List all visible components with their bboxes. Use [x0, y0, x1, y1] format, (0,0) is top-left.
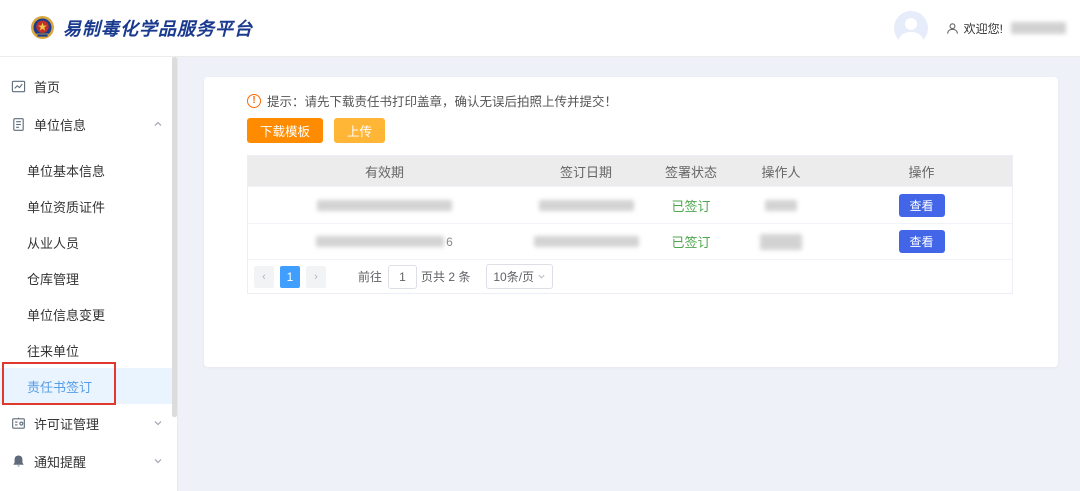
goto-page-input[interactable] [388, 265, 417, 289]
page-title: 易制毒化学品服务平台 [63, 15, 253, 41]
table-header-row: 有效期 签订日期 签署状态 操作人 操作 [248, 156, 1012, 186]
top-header: 易制毒化学品服务平台 欢迎您! [0, 0, 1080, 57]
sidebar-item-unit-info[interactable]: 单位信息 [0, 105, 177, 143]
col-header-status: 签署状态 [651, 162, 731, 181]
police-emblem-icon [30, 15, 55, 41]
warning-icon: ! [247, 94, 261, 108]
next-page-button[interactable]: › [306, 266, 326, 288]
sidebar-item-label: 首页 [34, 77, 60, 96]
col-header-validity: 有效期 [248, 162, 521, 181]
avatar[interactable] [894, 11, 928, 45]
sign-date-cell [521, 200, 651, 211]
sidebar-item-label: 通知提醒 [34, 452, 86, 471]
view-button[interactable]: 查看 [899, 230, 945, 253]
chevron-up-icon [153, 119, 163, 129]
sidebar-item-partners[interactable]: 往来单位 [0, 332, 177, 368]
col-header-operator: 操作人 [731, 162, 831, 181]
tip-text: 提示：请先下载责任书打印盖章，确认无误后拍照上传并提交！ [267, 91, 617, 110]
sidebar-item-employees[interactable]: 从业人员 [0, 224, 177, 260]
action-cell: 查看 [831, 194, 1012, 217]
sign-date-cell [521, 236, 651, 247]
unit-info-submenu: 单位基本信息 单位资质证件 从业人员 仓库管理 单位信息变更 往来单位 责任书签… [0, 152, 177, 404]
table-row: 已签订 查看 [248, 186, 1012, 223]
license-icon [11, 416, 26, 431]
header-user-area: 欢迎您! [894, 11, 1080, 45]
action-cell: 查看 [831, 230, 1012, 253]
page-1-button[interactable]: 1 [280, 266, 300, 288]
brand: 易制毒化学品服务平台 [0, 15, 253, 41]
redacted-operator [765, 200, 797, 211]
sidebar-item-notifications[interactable]: 通知提醒 [0, 442, 177, 480]
redacted-validity [316, 236, 444, 247]
welcome-text: 欢迎您! [964, 20, 1003, 37]
sidebar-item-unit-info-change[interactable]: 单位信息变更 [0, 296, 177, 332]
sidebar-item-unit-basic-info[interactable]: 单位基本信息 [0, 152, 177, 188]
validity-cell: 6 [248, 235, 521, 249]
content-card: ! 提示：请先下载责任书打印盖章，确认无误后拍照上传并提交！ 下载模板 上传 有… [204, 77, 1058, 367]
page-size-select[interactable]: 10条/页 [486, 264, 553, 289]
redacted-validity [317, 200, 452, 211]
tip-bar: ! 提示：请先下载责任书打印盖章，确认无误后拍照上传并提交！ [247, 91, 617, 110]
table-row: 6 已签订 查看 [248, 223, 1012, 259]
status-cell: 已签订 [651, 232, 731, 251]
sidebar-item-warehouse[interactable]: 仓库管理 [0, 260, 177, 296]
dashboard-icon [11, 79, 26, 94]
sidebar-item-unit-qualification[interactable]: 单位资质证件 [0, 188, 177, 224]
redacted-sign-date [534, 236, 639, 247]
pagination: ‹ 1 › 前往 页共 2 条 10条/页 [248, 259, 1012, 293]
sidebar: 首页 单位信息 单位基本信息 单位资质证件 从业人员 仓库管理 单位信息变更 [0, 57, 178, 491]
organization-icon [11, 117, 26, 132]
total-count-label: 页共 2 条 [421, 268, 470, 285]
app-root: 易制毒化学品服务平台 欢迎您! 首页 [0, 0, 1080, 491]
sidebar-item-home[interactable]: 首页 [0, 67, 177, 105]
chevron-down-icon [537, 272, 546, 281]
chevron-down-icon [153, 418, 163, 428]
validity-visible-digit: 6 [446, 235, 453, 249]
validity-cell [248, 200, 521, 211]
user-icon [946, 22, 959, 35]
sidebar-item-license-mgmt[interactable]: 许可证管理 [0, 404, 177, 442]
bell-icon [11, 454, 26, 469]
sidebar-item-label: 单位信息 [34, 115, 86, 134]
upload-button[interactable]: 上传 [334, 118, 385, 143]
col-header-sign-date: 签订日期 [521, 162, 651, 181]
download-template-button[interactable]: 下载模板 [247, 118, 323, 143]
page-size-value: 10条/页 [493, 268, 534, 285]
operator-cell [731, 234, 831, 250]
view-button[interactable]: 查看 [899, 194, 945, 217]
col-header-action: 操作 [831, 162, 1012, 181]
toolbar: 下载模板 上传 [247, 118, 385, 143]
redacted-sign-date [539, 200, 634, 211]
user-name-redacted [1011, 22, 1066, 34]
redacted-operator [760, 234, 802, 250]
chevron-down-icon [153, 456, 163, 466]
goto-label: 前往 [358, 268, 382, 285]
responsibility-table: 有效期 签订日期 签署状态 操作人 操作 已签订 查看 6 [247, 155, 1013, 294]
prev-page-button[interactable]: ‹ [254, 266, 274, 288]
sidebar-scrollbar[interactable] [172, 57, 177, 417]
operator-cell [731, 200, 831, 211]
status-badge: 已签订 [671, 232, 710, 251]
main-content: ! 提示：请先下载责任书打印盖章，确认无误后拍照上传并提交！ 下载模板 上传 有… [183, 57, 1080, 491]
status-badge: 已签订 [671, 196, 710, 215]
sidebar-item-responsibility-letter[interactable]: 责任书签订 [0, 368, 177, 404]
sidebar-item-label: 许可证管理 [34, 414, 99, 433]
status-cell: 已签订 [651, 196, 731, 215]
